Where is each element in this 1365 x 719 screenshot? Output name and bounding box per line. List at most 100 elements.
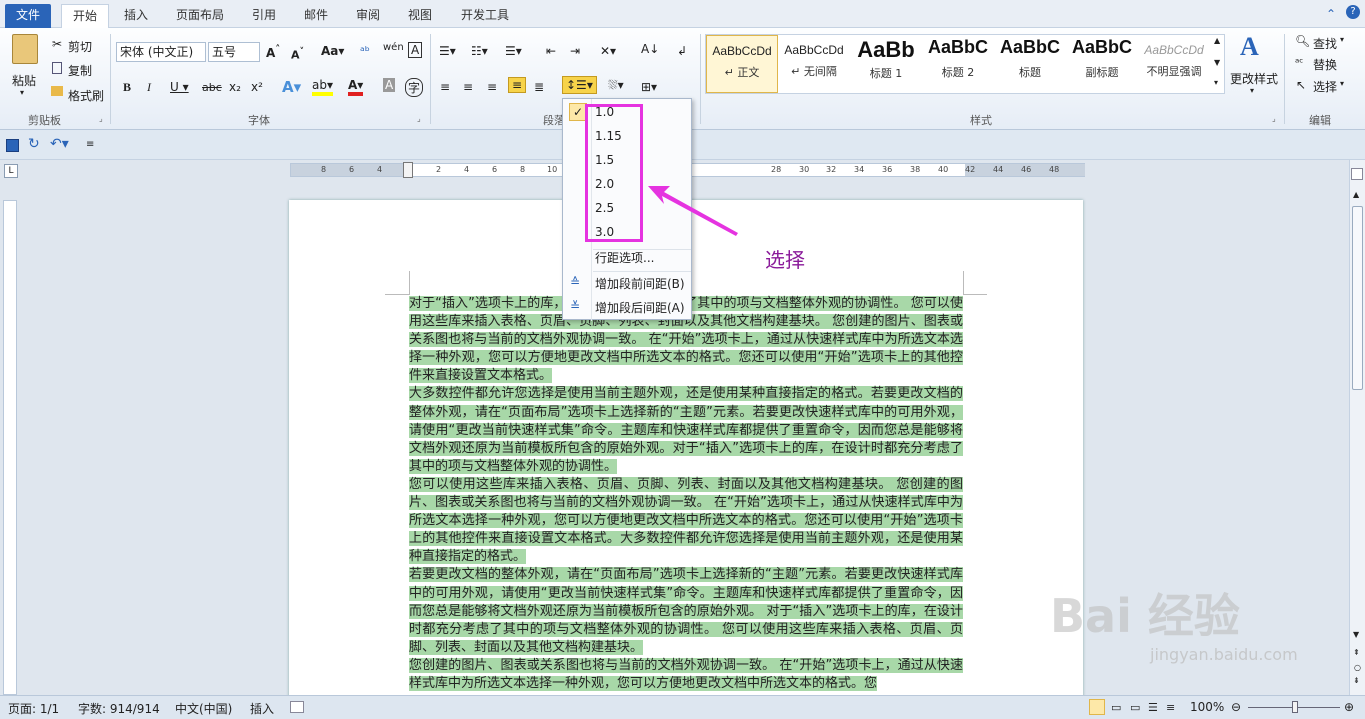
help-question-icon[interactable]: ? — [1346, 5, 1360, 19]
browse-object-icon[interactable]: ○ — [1354, 663, 1361, 672]
line-spacing-button[interactable]: ↕☰▾ — [562, 76, 597, 94]
tab-4[interactable]: 引用 — [241, 4, 287, 28]
tab-0[interactable]: 文件 — [5, 4, 51, 28]
text-effects-button[interactable]: A▾ — [282, 78, 301, 96]
document-body[interactable]: 对于“插入”选项卡上的库，在设计时都充分考虑了其中的项与文档整体外观的协调性。 … — [409, 295, 963, 693]
styles-more[interactable]: ▾ — [1214, 78, 1218, 87]
cut-button[interactable]: 剪切 — [68, 38, 92, 55]
increase-indent-button[interactable]: ⇥ — [570, 44, 580, 58]
tab-8[interactable]: 开发工具 — [449, 4, 521, 28]
undo-icon[interactable]: ↶▾ — [50, 136, 69, 152]
change-styles-button[interactable]: 更改样式 — [1230, 70, 1278, 87]
style-item[interactable]: AaBbCcDd ↵ 无间隔 — [778, 35, 850, 93]
strikethrough-button[interactable]: abc — [202, 81, 222, 94]
multilevel-list-button[interactable]: ☰▾ — [505, 44, 522, 58]
change-styles-dropdown-icon[interactable]: ▾ — [1250, 86, 1254, 95]
add-space-after-item[interactable]: 增加段后间距(A) — [595, 299, 685, 316]
language-indicator[interactable]: 中文(中国) — [175, 700, 232, 717]
web-layout-icon[interactable]: ▭ — [1130, 701, 1140, 714]
align-right-button[interactable]: ≡ — [487, 80, 497, 94]
enclose-characters-button[interactable]: 字 — [405, 78, 424, 97]
style-item[interactable]: AaBbCcDd ↵ 正文 — [706, 35, 778, 93]
zoom-slider-thumb[interactable] — [1292, 701, 1298, 713]
character-border-button[interactable]: A — [408, 42, 423, 58]
shrink-font-button[interactable]: A˅ — [291, 46, 304, 62]
font-launcher-icon[interactable]: ⌟ — [417, 114, 421, 123]
character-shading-button[interactable]: A — [383, 78, 396, 92]
customize-qat-icon[interactable]: ≡ — [86, 139, 94, 150]
styles-scroll-up[interactable]: ▲ — [1214, 36, 1220, 45]
find-button[interactable]: 查找 — [1313, 35, 1337, 52]
autosave-icon[interactable]: ↻ — [28, 136, 40, 152]
select-dropdown-icon[interactable]: ▾ — [1340, 79, 1344, 88]
style-item[interactable]: AaBbC 标题 2 — [922, 35, 994, 93]
tab-3[interactable]: 页面布局 — [165, 4, 235, 28]
styles-launcher-icon[interactable]: ⌟ — [1272, 114, 1276, 123]
selected-text[interactable]: 您可以使用这些库来插入表格、页眉、页脚、列表、封面以及其他文档构建基块。 您创建… — [409, 476, 963, 565]
next-page-icon[interactable]: ⇟ — [1353, 676, 1360, 685]
previous-page-icon[interactable]: ⇞ — [1353, 648, 1360, 657]
page-count[interactable]: 页面: 1/1 — [8, 700, 59, 717]
highlight-button[interactable]: ab▾ — [312, 78, 333, 96]
sort-button[interactable]: A↓ — [641, 42, 659, 56]
paste-button[interactable]: 粘贴 — [12, 72, 36, 89]
vertical-scrollbar[interactable]: ▲ ▼ ⇞ ○ ⇟ — [1349, 160, 1365, 695]
phonetic-guide-button[interactable]: wén — [383, 42, 404, 53]
clear-format-button[interactable]: ᵃᵇ — [360, 44, 370, 58]
style-item[interactable]: AaBbC 副标题 — [1066, 35, 1138, 93]
paste-dropdown-icon[interactable]: ▾ — [20, 88, 24, 97]
select-button[interactable]: 选择 — [1313, 78, 1337, 95]
find-dropdown-icon[interactable]: ▾ — [1340, 35, 1344, 44]
tab-6[interactable]: 审阅 — [345, 4, 391, 28]
selected-text[interactable]: 若要更改文档的整体外观，请在“页面布局”选项卡上选择新的“主题”元素。若要更改快… — [409, 567, 963, 655]
clipboard-launcher-icon[interactable]: ⌟ — [99, 114, 103, 123]
vertical-ruler[interactable] — [3, 200, 17, 695]
style-item[interactable]: AaBbCcDd 不明显强调 — [1138, 35, 1210, 93]
scroll-thumb[interactable] — [1352, 206, 1363, 390]
bold-button[interactable]: B — [123, 80, 131, 95]
styles-scroll-down[interactable]: ▼ — [1214, 58, 1220, 67]
scroll-down-icon[interactable]: ▼ — [1353, 630, 1359, 639]
superscript-button[interactable]: x² — [251, 80, 263, 94]
document-paragraph[interactable]: 若要更改文档的整体外观，请在“页面布局”选项卡上选择新的“主题”元素。若要更改快… — [409, 566, 963, 656]
indent-marker-icon[interactable] — [403, 162, 413, 178]
style-item[interactable]: AaBbC 标题 — [994, 35, 1066, 93]
italic-button[interactable]: I — [147, 80, 151, 95]
add-space-before-item[interactable]: 增加段前间距(B) — [595, 275, 685, 292]
insert-mode[interactable]: 插入 — [250, 700, 274, 717]
numbering-button[interactable]: ☷▾ — [471, 44, 488, 58]
font-name-select[interactable]: 宋体 (中文正) — [116, 42, 206, 62]
full-screen-reading-icon[interactable]: ▭ — [1111, 701, 1121, 714]
draft-view-icon[interactable]: ≡ — [1166, 701, 1175, 714]
help-icon[interactable]: ⌃ — [1326, 7, 1336, 21]
copy-button[interactable]: 复制 — [68, 62, 92, 79]
font-color-button[interactable]: A▾ — [348, 78, 364, 96]
zoom-level[interactable]: 100% — [1190, 700, 1224, 714]
word-count[interactable]: 字数: 914/914 — [78, 700, 160, 717]
selected-text[interactable]: 您创建的图片、图表或关系图也将与当前的文档外观协调一致。 在“开始”选项卡上，通… — [409, 657, 963, 691]
zoom-in-icon[interactable]: ⊕ — [1344, 700, 1354, 714]
distributed-button[interactable]: ≣ — [534, 80, 544, 94]
align-left-button[interactable]: ≡ — [440, 80, 450, 94]
style-item[interactable]: AaBb 标题 1 — [850, 35, 922, 93]
tab-2[interactable]: 插入 — [113, 4, 159, 28]
format-painter-button[interactable]: 格式刷 — [68, 87, 104, 104]
tab-5[interactable]: 邮件 — [293, 4, 339, 28]
underline-button[interactable]: U ▾ — [170, 80, 189, 94]
bullets-button[interactable]: ☰▾ — [439, 44, 456, 58]
paste-icon[interactable] — [12, 34, 38, 64]
change-case-button[interactable]: Aa▾ — [321, 44, 344, 58]
macro-record-icon[interactable] — [290, 701, 304, 713]
justify-button[interactable]: ≡ — [508, 77, 527, 93]
show-marks-button[interactable]: ↲ — [677, 44, 687, 58]
save-icon[interactable] — [6, 139, 19, 152]
outline-view-icon[interactable]: ☰ — [1148, 701, 1158, 714]
tab-7[interactable]: 视图 — [397, 4, 443, 28]
document-paragraph[interactable]: 您可以使用这些库来插入表格、页眉、页脚、列表、封面以及其他文档构建基块。 您创建… — [409, 476, 963, 566]
document-paragraph[interactable]: 大多数控件都允许您选择是使用当前主题外观，还是使用某种直接指定的格式。若要更改文… — [409, 385, 963, 475]
font-size-select[interactable]: 五号 — [208, 42, 260, 62]
decrease-indent-button[interactable]: ⇤ — [546, 44, 556, 58]
align-center-button[interactable]: ≡ — [463, 80, 473, 94]
selected-text[interactable]: 大多数控件都允许您选择是使用当前主题外观，还是使用某种直接指定的格式。若要更改文… — [409, 386, 963, 474]
line-spacing-options-item[interactable]: 行距选项... — [595, 249, 654, 266]
